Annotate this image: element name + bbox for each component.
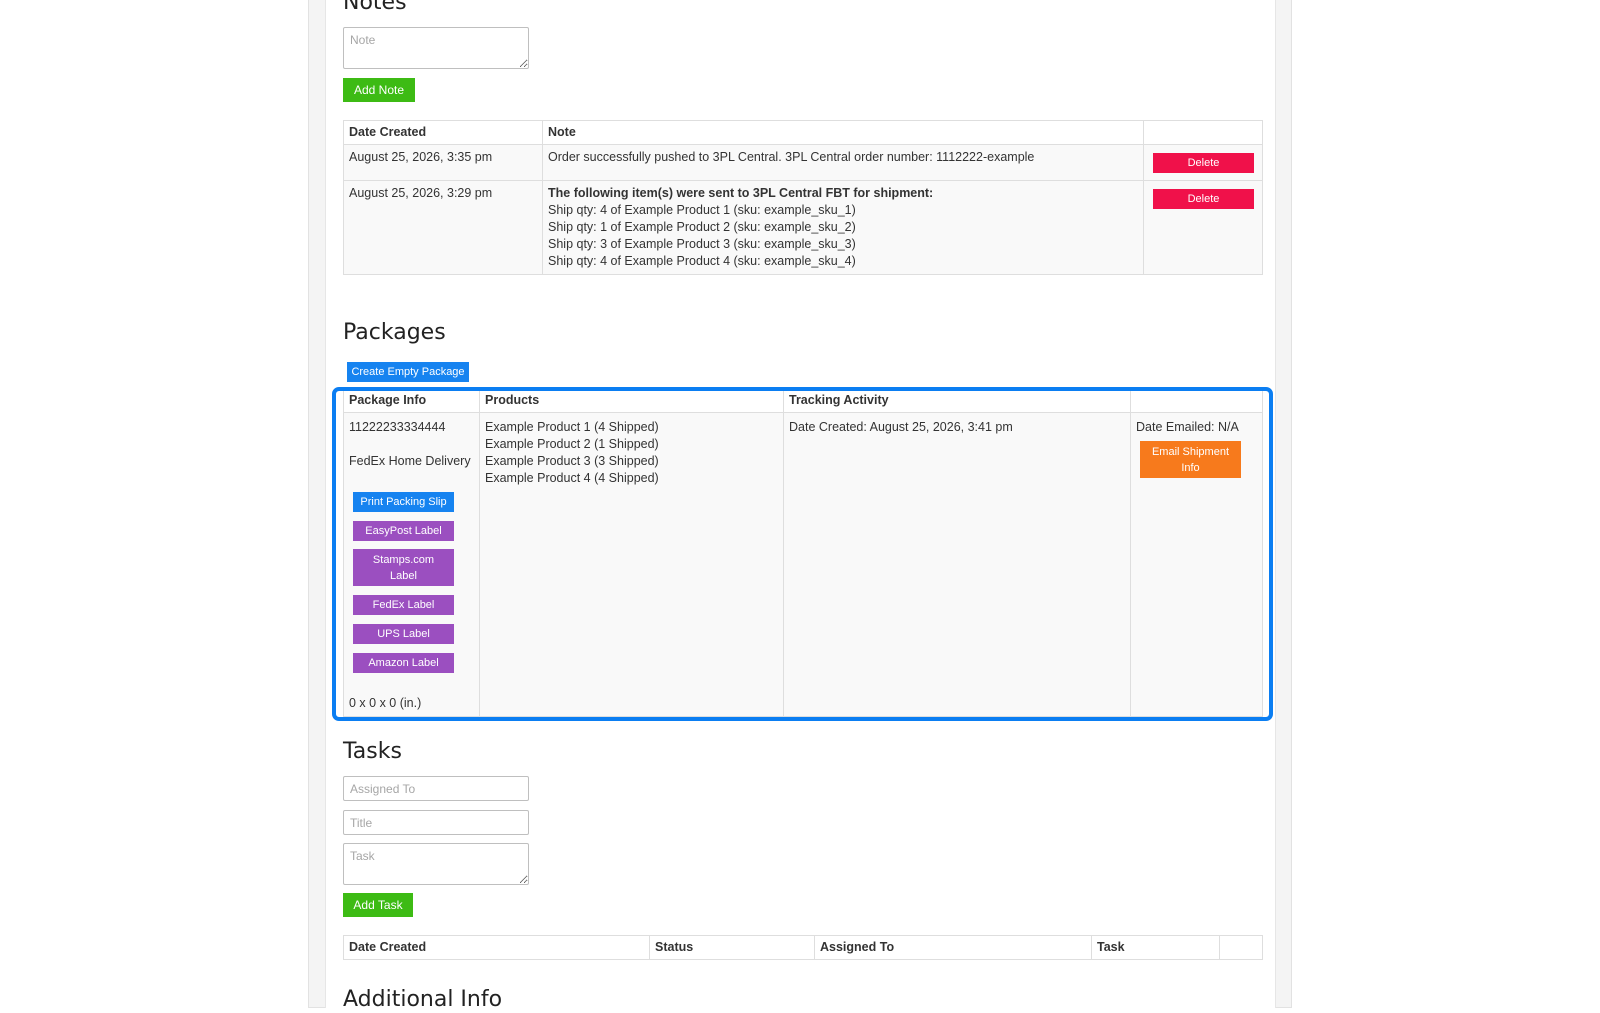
note-line: Ship qty: 4 of Example Product 4 (sku: e…: [548, 254, 856, 268]
note-input[interactable]: [343, 27, 529, 69]
add-note-button[interactable]: Add Note: [343, 78, 415, 102]
column-header-actions: [1143, 120, 1263, 145]
note-actions: Delete: [1143, 144, 1263, 181]
note-text: Order successfully pushed to 3PL Central…: [542, 144, 1144, 181]
notes-table: Date Created Note August 25, 2026, 3:35 …: [343, 120, 1263, 275]
tasks-table: Date Created Status Assigned To Task: [343, 935, 1263, 960]
column-header-date-created: Date Created: [343, 935, 650, 960]
column-header-task: Task: [1091, 935, 1220, 960]
packages-heading: Packages: [343, 320, 446, 345]
column-header-assigned-to: Assigned To: [814, 935, 1092, 960]
task-title-input[interactable]: [343, 810, 529, 835]
add-task-button[interactable]: Add Task: [343, 893, 413, 917]
note-text: The following item(s) were sent to 3PL C…: [542, 180, 1144, 275]
tasks-table-header: Date Created Status Assigned To Task: [343, 935, 1263, 960]
column-header-status: Status: [649, 935, 815, 960]
delete-note-button[interactable]: Delete: [1153, 153, 1254, 173]
note-line: Ship qty: 4 of Example Product 1 (sku: e…: [548, 203, 856, 217]
table-row: August 25, 2026, 3:29 pm The following i…: [343, 180, 1263, 275]
column-header-date-created: Date Created: [343, 120, 543, 145]
create-empty-package-button[interactable]: Create Empty Package: [347, 362, 469, 382]
note-line: Order successfully pushed to 3PL Central…: [548, 150, 1035, 164]
note-date: August 25, 2026, 3:35 pm: [343, 144, 543, 181]
note-date: August 25, 2026, 3:29 pm: [343, 180, 543, 275]
note-title: The following item(s) were sent to 3PL C…: [548, 186, 934, 200]
notes-heading: Notes: [343, 0, 407, 15]
tasks-heading: Tasks: [343, 739, 402, 764]
packages-highlight-frame: [332, 387, 1273, 721]
note-line: Ship qty: 3 of Example Product 3 (sku: e…: [548, 237, 856, 251]
table-row: August 25, 2026, 3:35 pm Order successfu…: [343, 144, 1263, 181]
notes-table-header: Date Created Note: [343, 120, 1263, 145]
task-input[interactable]: [343, 843, 529, 885]
column-header-note: Note: [542, 120, 1144, 145]
column-header-actions: [1219, 935, 1263, 960]
note-actions: Delete: [1143, 180, 1263, 275]
delete-note-button[interactable]: Delete: [1153, 189, 1254, 209]
assigned-to-input[interactable]: [343, 776, 529, 801]
note-line: Ship qty: 1 of Example Product 2 (sku: e…: [548, 220, 856, 234]
additional-info-heading: Additional Info: [343, 987, 503, 1012]
